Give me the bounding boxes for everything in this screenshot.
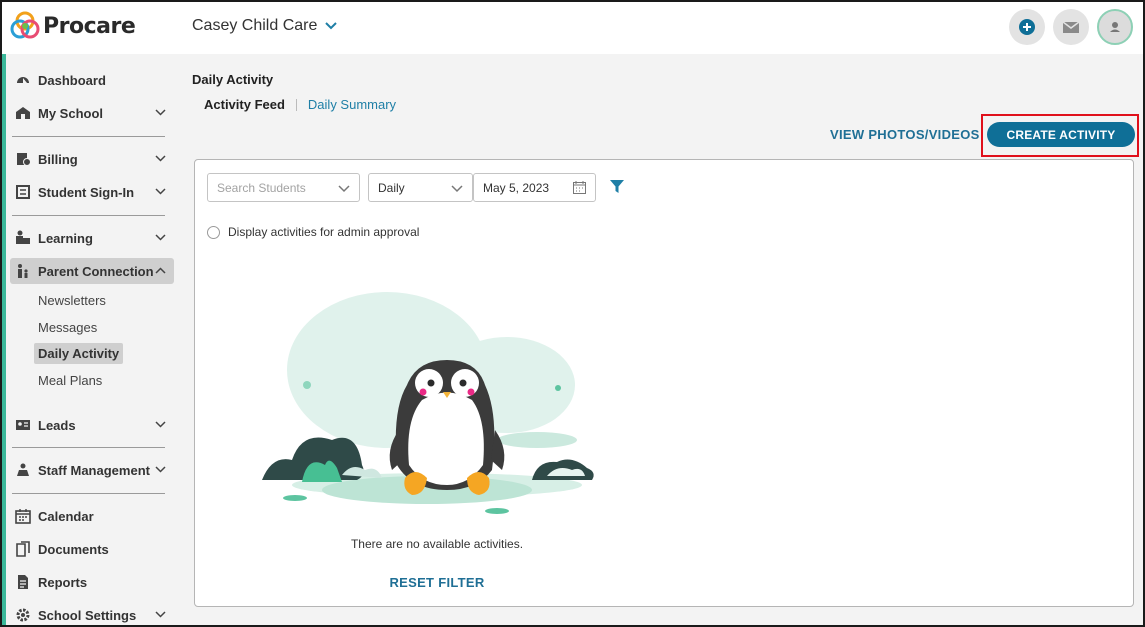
mail-icon bbox=[1062, 21, 1080, 33]
view-tabs: Activity Feed Daily Summary bbox=[204, 97, 396, 112]
chevron-up-icon bbox=[155, 267, 166, 274]
sidebar-subitem-messages[interactable]: Messages bbox=[34, 317, 101, 338]
sidebar-item-calendar[interactable]: Calendar bbox=[10, 503, 174, 529]
date-picker[interactable]: May 5, 2023 bbox=[473, 173, 596, 202]
chevron-down-icon bbox=[451, 185, 463, 193]
school-icon bbox=[16, 107, 30, 119]
procare-logo-icon bbox=[10, 11, 40, 39]
chevron-down-icon bbox=[155, 421, 166, 428]
reset-filter-button[interactable]: RESET FILTER bbox=[195, 575, 679, 590]
sidebar-divider bbox=[12, 136, 165, 137]
period-select[interactable]: Daily bbox=[368, 173, 473, 202]
chevron-down-icon bbox=[338, 185, 350, 193]
chevron-down-icon bbox=[325, 22, 338, 30]
sidebar-subitem-meal-plans[interactable]: Meal Plans bbox=[34, 370, 106, 391]
chevron-down-icon bbox=[155, 234, 166, 241]
sidebar-item-student-sign-in[interactable]: Student Sign-In bbox=[10, 179, 174, 205]
tab-activity-feed[interactable]: Activity Feed bbox=[204, 97, 285, 112]
calendar-icon bbox=[15, 509, 31, 524]
sidebar-item-billing[interactable]: Billing bbox=[10, 146, 174, 172]
view-photos-videos-link[interactable]: VIEW PHOTOS/VIDEOS bbox=[830, 127, 980, 142]
reports-icon bbox=[18, 575, 28, 589]
sidebar-divider bbox=[12, 447, 165, 448]
plus-circle-icon bbox=[1019, 19, 1035, 35]
activity-panel: Search Students Daily May 5, 2023 Displa… bbox=[194, 159, 1134, 607]
sidebar-item-learning[interactable]: Learning bbox=[10, 225, 174, 251]
sidebar-subitem-newsletters[interactable]: Newsletters bbox=[34, 290, 110, 311]
chevron-down-icon bbox=[155, 611, 166, 618]
family-icon bbox=[18, 264, 28, 278]
admin-approval-option: Display activities for admin approval bbox=[207, 225, 419, 239]
billing-icon bbox=[17, 153, 31, 166]
sidebar-item-leads[interactable]: Leads bbox=[10, 412, 174, 438]
tab-daily-summary[interactable]: Daily Summary bbox=[308, 97, 396, 112]
logo-text: Procare bbox=[43, 13, 136, 39]
page-title: Daily Activity bbox=[192, 72, 274, 87]
calendar-icon bbox=[573, 181, 586, 194]
chevron-down-icon bbox=[155, 188, 166, 195]
sidebar-item-school-settings[interactable]: School Settings bbox=[10, 602, 174, 625]
sidebar-item-reports[interactable]: Reports bbox=[10, 569, 174, 595]
create-activity-button[interactable]: CREATE ACTIVITY bbox=[987, 122, 1135, 147]
leads-icon bbox=[16, 420, 30, 430]
messages-button[interactable] bbox=[1053, 9, 1089, 45]
user-avatar-icon bbox=[1110, 22, 1120, 32]
sidebar-item-my-school[interactable]: My School bbox=[10, 100, 174, 126]
school-selector[interactable]: Casey Child Care bbox=[192, 17, 338, 35]
procare-logo[interactable]: Procare bbox=[10, 11, 136, 41]
add-button[interactable] bbox=[1009, 9, 1045, 45]
admin-approval-radio[interactable] bbox=[207, 225, 220, 239]
chevron-down-icon bbox=[155, 155, 166, 162]
gear-icon bbox=[16, 608, 30, 622]
sidebar-divider bbox=[12, 215, 165, 216]
search-placeholder: Search Students bbox=[217, 180, 306, 195]
top-bar: Procare Casey Child Care bbox=[2, 2, 1143, 54]
date-value: May 5, 2023 bbox=[483, 180, 550, 195]
user-avatar[interactable] bbox=[1097, 9, 1133, 45]
sidebar-item-staff-management[interactable]: Staff Management bbox=[10, 457, 174, 483]
admin-approval-label: Display activities for admin approval bbox=[228, 225, 420, 239]
empty-state-message: There are no available activities. bbox=[350, 537, 524, 551]
chevron-down-icon bbox=[155, 109, 166, 116]
learning-icon bbox=[16, 230, 30, 244]
documents-icon bbox=[16, 541, 30, 557]
sidebar-item-parent-connection[interactable]: Parent Connection bbox=[10, 258, 174, 284]
sign-in-icon bbox=[16, 185, 30, 199]
sidebar-subitem-daily-activity[interactable]: Daily Activity bbox=[34, 343, 124, 364]
school-name: Casey Child Care bbox=[192, 17, 318, 34]
empty-penguin-illustration bbox=[262, 292, 594, 514]
filter-icon[interactable] bbox=[610, 180, 624, 194]
tab-separator bbox=[295, 98, 297, 111]
dashboard-icon bbox=[17, 77, 29, 83]
sidebar-item-dashboard[interactable]: Dashboard bbox=[10, 67, 174, 93]
header-actions bbox=[1009, 9, 1133, 45]
chevron-down-icon bbox=[155, 466, 166, 473]
search-students-input[interactable]: Search Students bbox=[207, 173, 360, 202]
sidebar-item-documents[interactable]: Documents bbox=[10, 536, 174, 562]
period-value: Daily bbox=[378, 180, 405, 195]
staff-icon bbox=[17, 463, 29, 476]
sidebar: Dashboard My School Billing Student Sign… bbox=[2, 54, 178, 625]
sidebar-divider bbox=[12, 493, 165, 494]
app-frame: Procare Casey Child Care Dashboard My Sc… bbox=[0, 0, 1145, 627]
